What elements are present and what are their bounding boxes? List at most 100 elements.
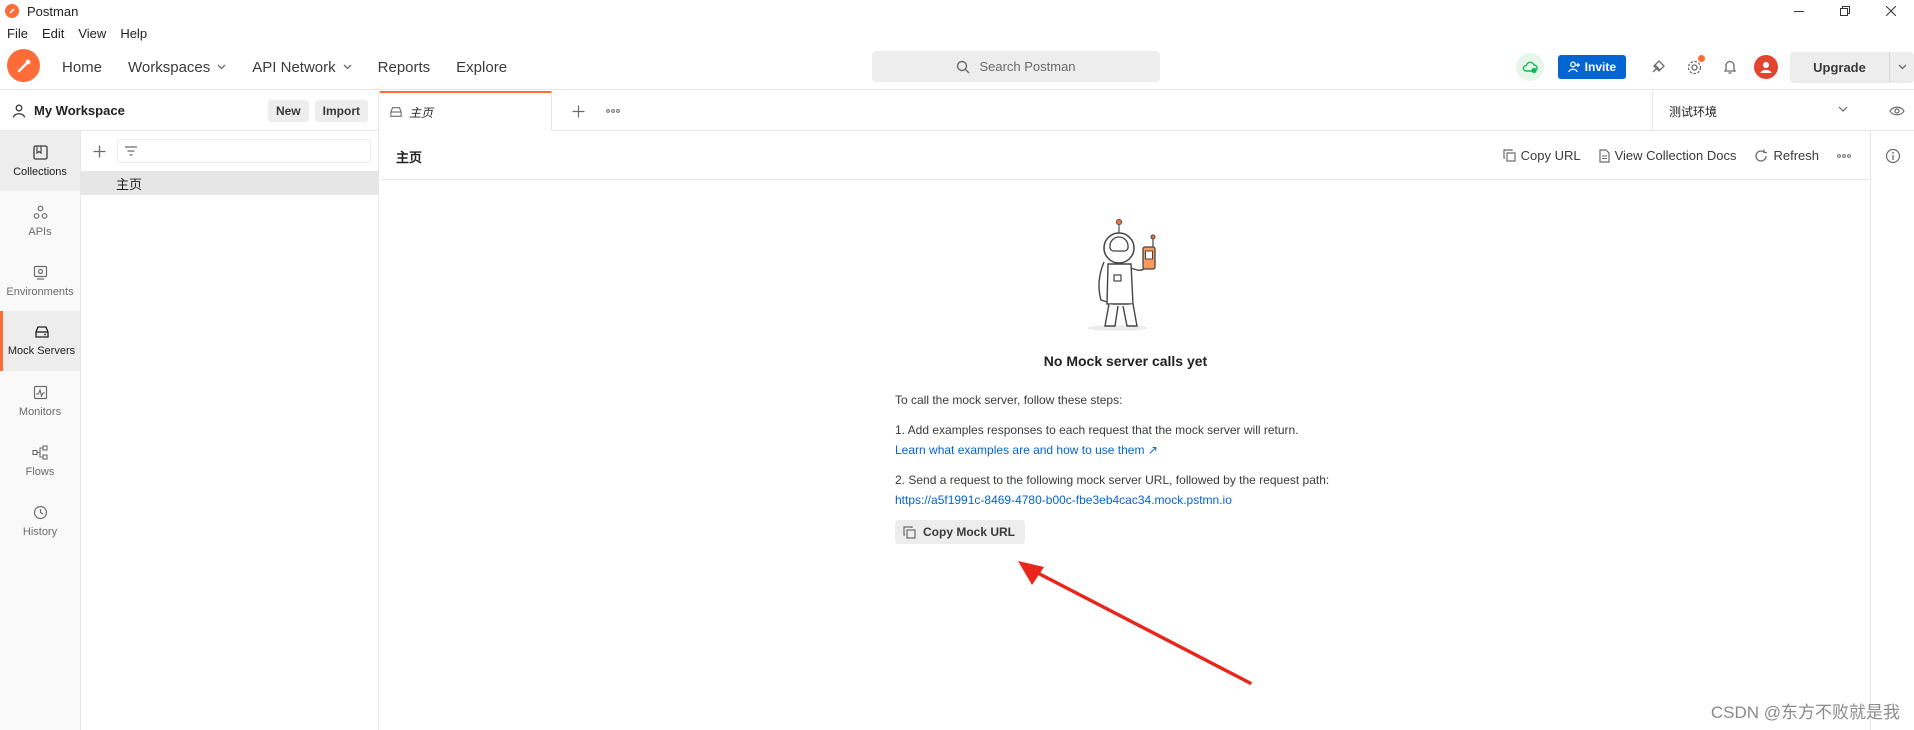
chevron-down-icon (1898, 64, 1906, 70)
plus-icon (572, 105, 584, 117)
more-horizontal-icon (1837, 153, 1851, 158)
title-bar: Postman (0, 0, 1914, 22)
new-tab-button[interactable] (563, 91, 593, 131)
menu-edit[interactable]: Edit (35, 26, 71, 41)
copy-url-button[interactable]: Copy URL (1503, 148, 1581, 163)
copy-url-label: Copy URL (1520, 148, 1581, 163)
document-icon (1598, 148, 1610, 163)
flows-icon (32, 444, 48, 460)
sidebar-item-environments[interactable]: Environments (0, 251, 80, 311)
nav-api-network-label: API Network (252, 58, 336, 76)
workspace-name[interactable]: My Workspace (34, 103, 125, 118)
minimize-button[interactable] (1776, 0, 1822, 22)
sidebar-item-history[interactable]: History (0, 491, 80, 551)
sidebar-item-flows[interactable]: Flows (0, 431, 80, 491)
new-button[interactable]: New (267, 99, 309, 122)
chevron-down-icon (217, 64, 226, 70)
sidebar-item-apis[interactable]: APIs (0, 191, 80, 251)
notification-dot (1698, 55, 1705, 62)
workspace-bar: My Workspace New Import (0, 91, 379, 131)
app-header: Home Workspaces API Network Reports Expl… (0, 44, 1914, 90)
postman-home-logo[interactable] (7, 49, 40, 82)
tab-label: 主页 (409, 105, 434, 120)
more-actions-button[interactable] (1837, 153, 1856, 158)
tree-item[interactable]: 主页 (81, 171, 378, 195)
refresh-button[interactable]: Refresh (1754, 148, 1819, 163)
step-1-text: 1. Add examples responses to each reques… (895, 423, 1299, 437)
sidebar-item-monitors[interactable]: Monitors (0, 371, 80, 431)
add-collection-button[interactable] (81, 131, 117, 171)
postman-logo-icon (5, 4, 19, 18)
avatar[interactable] (1754, 55, 1778, 79)
filter-input[interactable] (117, 139, 371, 163)
top-nav: Home Workspaces API Network Reports Expl… (52, 44, 523, 90)
learn-examples-link[interactable]: Learn what examples are and how to use t… (895, 440, 1329, 460)
restore-button[interactable] (1822, 0, 1868, 22)
capture-requests-button[interactable] (1640, 44, 1676, 90)
settings-button[interactable] (1676, 44, 1712, 90)
menu-help[interactable]: Help (113, 26, 154, 41)
astronaut-illustration (1087, 218, 1156, 331)
sync-status-button[interactable] (1515, 53, 1544, 81)
copy-mock-url-label: Copy Mock URL (923, 525, 1016, 539)
step-2-text: 2. Send a request to the following mock … (895, 473, 1330, 487)
upgrade-button-group: Upgrade (1790, 51, 1914, 83)
watermark: CSDN @东方不败就是我 (1710, 703, 1900, 722)
nav-home[interactable]: Home (52, 44, 112, 90)
import-button[interactable]: Import (314, 99, 368, 122)
tree-item-label: 主页 (116, 176, 143, 192)
sidebar-item-label: Mock Servers (7, 345, 76, 357)
nav-workspaces[interactable]: Workspaces (118, 44, 236, 90)
user-icon (12, 104, 26, 118)
upgrade-button[interactable]: Upgrade (1790, 51, 1890, 83)
refresh-icon (1755, 149, 1768, 162)
view-collection-docs-button[interactable]: View Collection Docs (1598, 148, 1736, 163)
menu-file[interactable]: File (0, 26, 35, 41)
annotation-arrow-icon (1018, 561, 1252, 685)
rocket-icon (17, 59, 30, 72)
eye-icon (1889, 106, 1905, 116)
nav-explore[interactable]: Explore (446, 44, 517, 90)
notifications-button[interactable] (1712, 44, 1748, 90)
invite-button[interactable]: Invite (1557, 55, 1626, 79)
sidebar-item-label: Environments (6, 285, 74, 298)
mock-server-tab-icon (390, 107, 402, 117)
sidebar-item-collections[interactable]: Collections (0, 131, 80, 191)
nav-reports[interactable]: Reports (368, 44, 441, 90)
collections-icon (32, 144, 48, 160)
history-icon (33, 505, 47, 519)
window-title: Postman (27, 3, 79, 19)
nav-home-label: Home (62, 58, 103, 76)
tab-bar: 主页 测试环境 (380, 91, 1914, 131)
tab-options-button[interactable] (598, 91, 628, 131)
tab-home[interactable]: 主页 (380, 91, 552, 131)
sidebar-item-label: Collections (13, 165, 67, 178)
invite-label: Invite (1584, 60, 1616, 74)
upgrade-menu-button[interactable] (1890, 52, 1914, 83)
chevron-down-icon (343, 64, 352, 70)
collections-panel: 主页 (81, 131, 379, 730)
monitors-icon (33, 385, 47, 399)
search-input[interactable]: Search Postman (872, 51, 1160, 82)
info-button[interactable] (1871, 143, 1914, 169)
page-title: 主页 (396, 150, 423, 165)
nav-api-network[interactable]: API Network (242, 44, 361, 90)
menu-view[interactable]: View (71, 26, 113, 41)
copy-icon (903, 525, 916, 539)
environment-select[interactable]: 测试环境 (1652, 91, 1862, 131)
apis-icon (33, 205, 47, 219)
content-header: 主页 Copy URL View Collection Docs Refresh (380, 131, 1871, 180)
mock-server-url-link[interactable]: https://a5f1991c-8469-4780-b00c-fbe3eb4c… (895, 490, 1329, 510)
sidebar-item-label: Monitors (18, 405, 62, 418)
cloud-sync-icon (1522, 61, 1538, 74)
steps-intro: To call the mock server, follow these st… (895, 393, 1123, 407)
copy-mock-url-button[interactable]: Copy Mock URL (895, 520, 1026, 544)
nav-explore-label: Explore (456, 58, 508, 76)
sidebar-item-label: APIs (28, 225, 52, 238)
environment-quick-look-button[interactable] (1880, 91, 1914, 131)
sidebar-item-label: History (22, 525, 58, 538)
sidebar-item-mock-servers[interactable]: Mock Servers (0, 311, 80, 371)
mock-server-steps: To call the mock server, follow these st… (895, 390, 1329, 545)
plus-icon (93, 145, 105, 157)
close-window-button[interactable] (1868, 0, 1914, 22)
